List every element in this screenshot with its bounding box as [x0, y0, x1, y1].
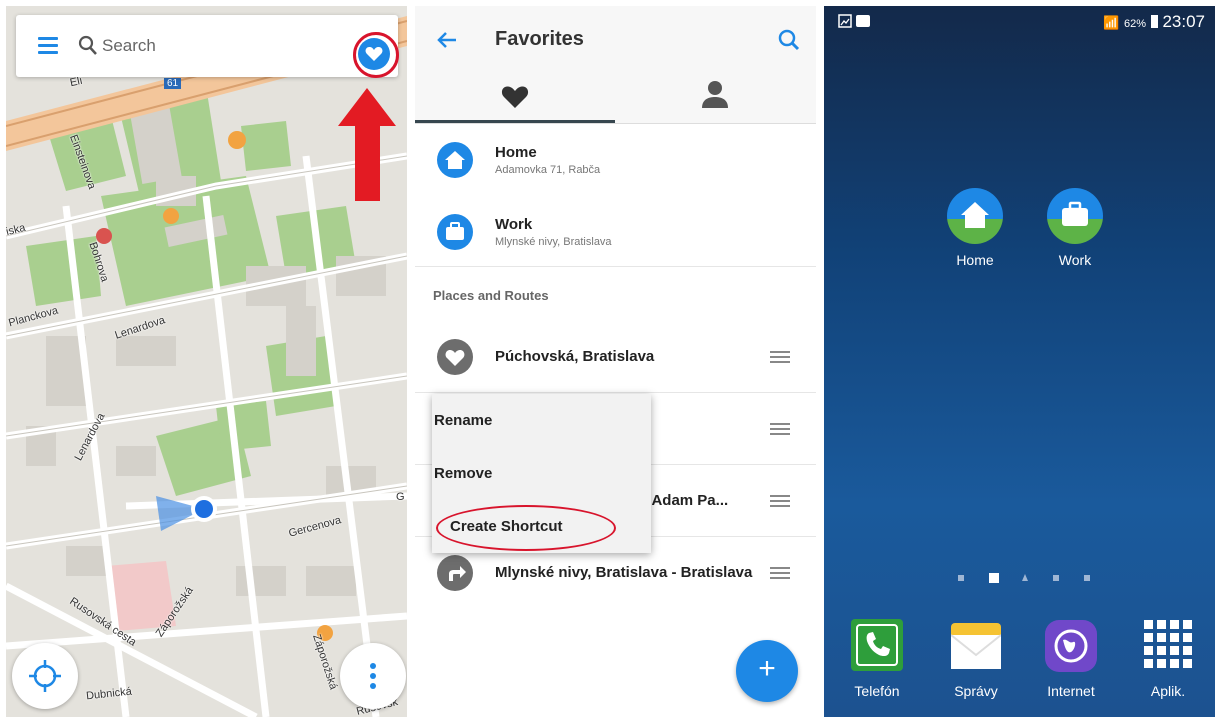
- apps-grid-icon[interactable]: [1144, 620, 1192, 668]
- home-icon: [437, 142, 473, 178]
- item-title: Work: [495, 216, 533, 233]
- street-label: Eli: [68, 74, 84, 90]
- heart-icon: [437, 339, 473, 375]
- item-title: Mlynské nivy, Bratislava - Bratislava: [495, 564, 753, 581]
- briefcase-icon: [437, 214, 473, 250]
- route-number-badge: 61: [164, 78, 182, 89]
- internet-icon[interactable]: [1045, 620, 1097, 672]
- drag-handle-icon[interactable]: [770, 495, 790, 507]
- item-subtitle: Adamovka 71, Rabča: [495, 164, 601, 176]
- messages-icon[interactable]: [950, 623, 1002, 669]
- locate-me-button[interactable]: [12, 643, 78, 709]
- dock-label: Správy: [954, 683, 998, 699]
- item-title: Home: [495, 144, 537, 161]
- menu-item-remove[interactable]: Remove: [434, 465, 492, 482]
- section-label: Places and Routes: [433, 288, 549, 303]
- shortcut-home[interactable]: Home: [935, 188, 1015, 268]
- divider: [415, 266, 816, 267]
- app-label: Work: [1058, 252, 1092, 268]
- search-input[interactable]: Search: [102, 36, 156, 56]
- annotation-circle: [353, 32, 399, 78]
- street-label: G: [396, 491, 405, 503]
- route-icon: [437, 555, 473, 591]
- map-canvas[interactable]: [6, 6, 407, 717]
- drag-handle-icon[interactable]: [770, 351, 790, 363]
- shortcut-work[interactable]: Work: [1035, 188, 1115, 268]
- annotation-circle: [436, 505, 616, 551]
- page-indicator: [958, 573, 1090, 583]
- clock: 23:07: [1162, 12, 1205, 31]
- tab-contacts[interactable]: [615, 76, 815, 122]
- favorites-panel: Favorites Home Adamovka 71, Rabča Work M…: [415, 6, 816, 717]
- item-title: Púchovská, Bratislava: [495, 348, 655, 365]
- menu-item-rename[interactable]: Rename: [434, 412, 492, 429]
- heart-icon: [501, 86, 529, 108]
- battery-percent: 62%: [1123, 18, 1146, 30]
- map-panel[interactable]: Eli Einsteinova Bohrova Lenardova Planck…: [6, 6, 407, 717]
- briefcase-icon: [1047, 188, 1103, 244]
- page-title: Favorites: [495, 28, 584, 50]
- divider: [415, 123, 816, 124]
- back-arrow-icon[interactable]: [435, 28, 459, 52]
- search-icon[interactable]: [777, 28, 801, 52]
- tab-favorites[interactable]: [415, 76, 615, 122]
- notification-icons: [838, 14, 870, 28]
- plus-icon: +: [758, 652, 776, 685]
- phone-icon[interactable]: [851, 619, 903, 671]
- hamburger-menu-icon[interactable]: [38, 37, 58, 55]
- drag-handle-icon[interactable]: [770, 567, 790, 579]
- search-icon: [78, 35, 97, 55]
- android-home-screen: 📶 62% 23:07 Home Work Telefón Správy Int…: [824, 6, 1215, 717]
- dock-label: Aplik.: [1150, 683, 1186, 699]
- more-options-button[interactable]: [340, 643, 406, 709]
- app-label: Home: [956, 252, 994, 268]
- signal-icon: 📶: [1103, 15, 1120, 30]
- person-icon: [702, 81, 728, 108]
- item-subtitle: Mlynské nivy, Bratislava: [495, 236, 612, 248]
- app-bar: Favorites: [415, 6, 816, 124]
- home-icon: [947, 188, 1003, 244]
- divider: [415, 392, 816, 393]
- battery-icon: [1150, 15, 1158, 28]
- crosshair-icon: [29, 660, 61, 692]
- status-bar: 📶 62% 23:07: [1103, 12, 1205, 32]
- dock-label: Internet: [1047, 683, 1095, 699]
- dock-label: Telefón: [854, 683, 900, 699]
- search-bar[interactable]: Search: [16, 15, 399, 78]
- add-favorite-button[interactable]: +: [736, 640, 798, 702]
- drag-handle-icon[interactable]: [770, 423, 790, 435]
